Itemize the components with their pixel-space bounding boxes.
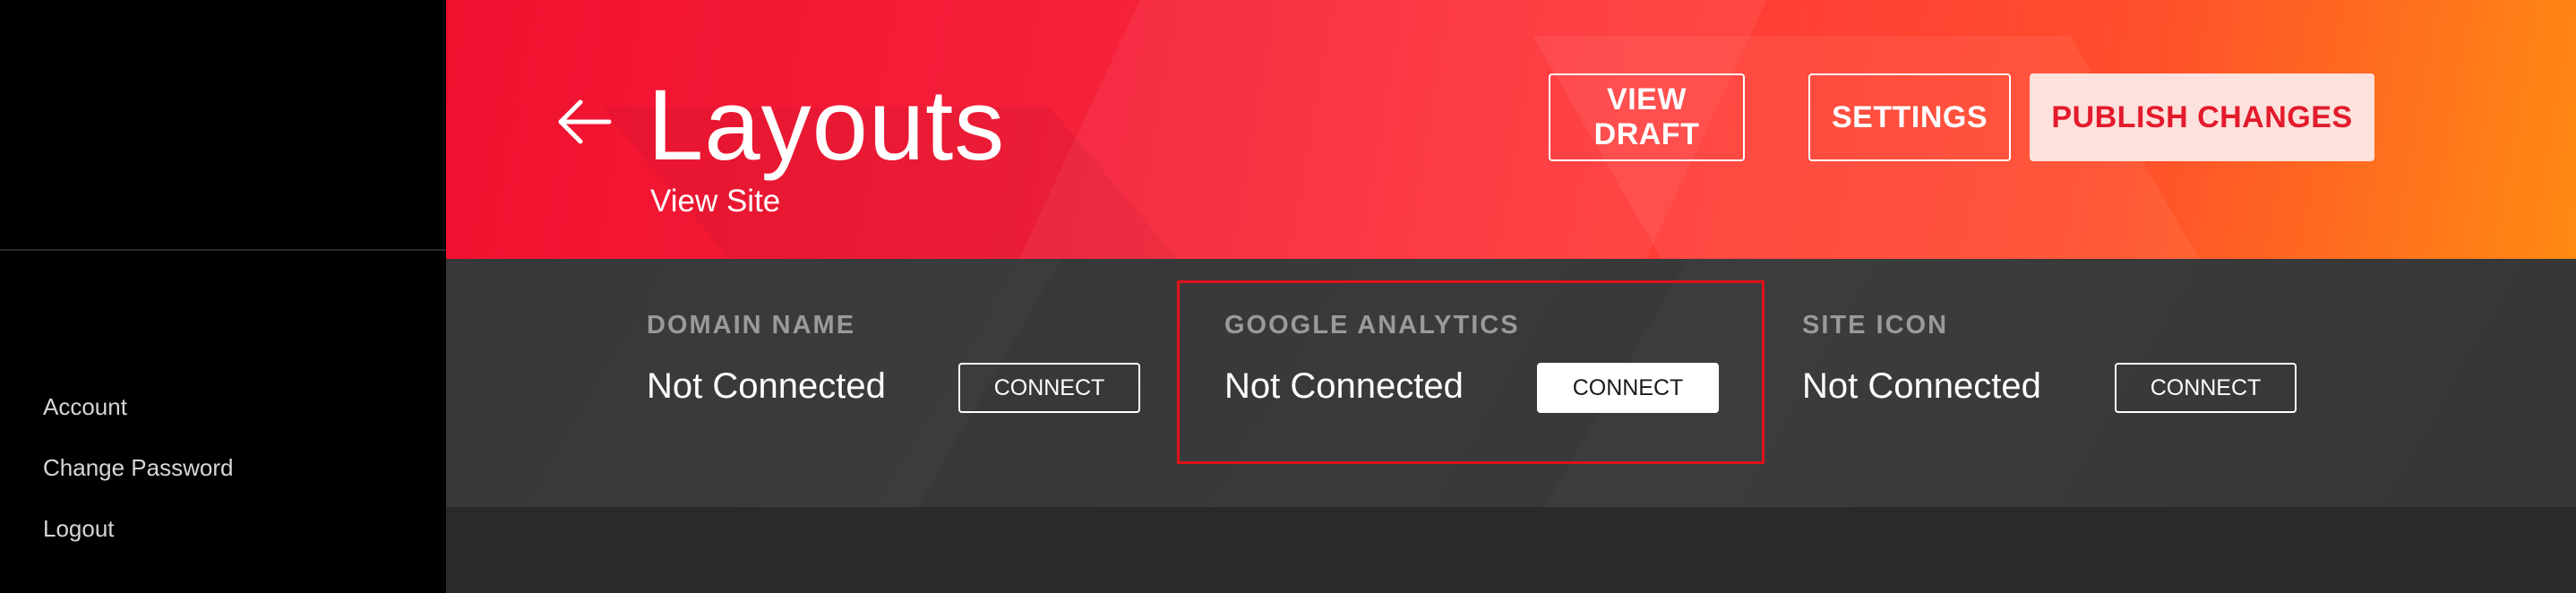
connection-status: Not Connected: [1802, 366, 2041, 406]
integrations-bar: DOMAIN NAME Not Connected CONNECT GOOGLE…: [446, 259, 2576, 507]
publish-changes-button[interactable]: PUBLISH CHANGES: [2030, 73, 2374, 161]
site-icon-card: SITE ICON Not Connected CONNECT: [1802, 259, 2304, 507]
sidebar-item-account[interactable]: Account: [43, 376, 233, 437]
card-label: DOMAIN NAME: [647, 311, 856, 339]
card-label: SITE ICON: [1802, 311, 1949, 339]
card-label: GOOGLE ANALYTICS: [1224, 311, 1520, 339]
connect-domain-button[interactable]: CONNECT: [958, 363, 1140, 413]
content-area: [446, 507, 2576, 593]
domain-name-card: DOMAIN NAME Not Connected CONNECT: [647, 259, 1148, 507]
view-site-link[interactable]: View Site: [650, 184, 780, 219]
connect-site-icon-button[interactable]: CONNECT: [2115, 363, 2297, 413]
arrow-left-icon[interactable]: [555, 97, 613, 147]
sidebar: Account Change Password Logout: [0, 0, 446, 593]
settings-button[interactable]: SETTINGS: [1808, 73, 2011, 161]
connection-status: Not Connected: [647, 366, 886, 406]
sidebar-item-logout[interactable]: Logout: [43, 498, 233, 559]
connect-google-analytics-button[interactable]: CONNECT: [1537, 363, 1719, 413]
connection-status: Not Connected: [1224, 366, 1464, 406]
page-title: Layouts: [648, 69, 1006, 181]
sidebar-item-change-password[interactable]: Change Password: [43, 437, 233, 498]
account-menu: Account Change Password Logout: [43, 376, 233, 559]
sidebar-divider: [0, 249, 446, 251]
google-analytics-card: GOOGLE ANALYTICS Not Connected CONNECT: [1224, 259, 1726, 507]
page-header: Layouts View Site VIEW DRAFT SETTINGS PU…: [446, 0, 2576, 259]
view-draft-button[interactable]: VIEW DRAFT: [1549, 73, 1745, 161]
